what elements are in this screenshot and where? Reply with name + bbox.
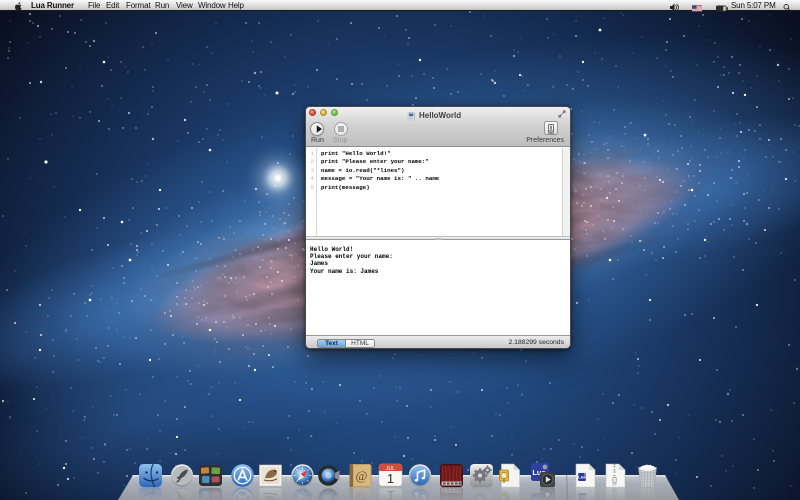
svg-text:1: 1 — [387, 471, 394, 486]
svg-text:@: @ — [356, 468, 368, 483]
svg-text:ZIP: ZIP — [612, 483, 617, 487]
